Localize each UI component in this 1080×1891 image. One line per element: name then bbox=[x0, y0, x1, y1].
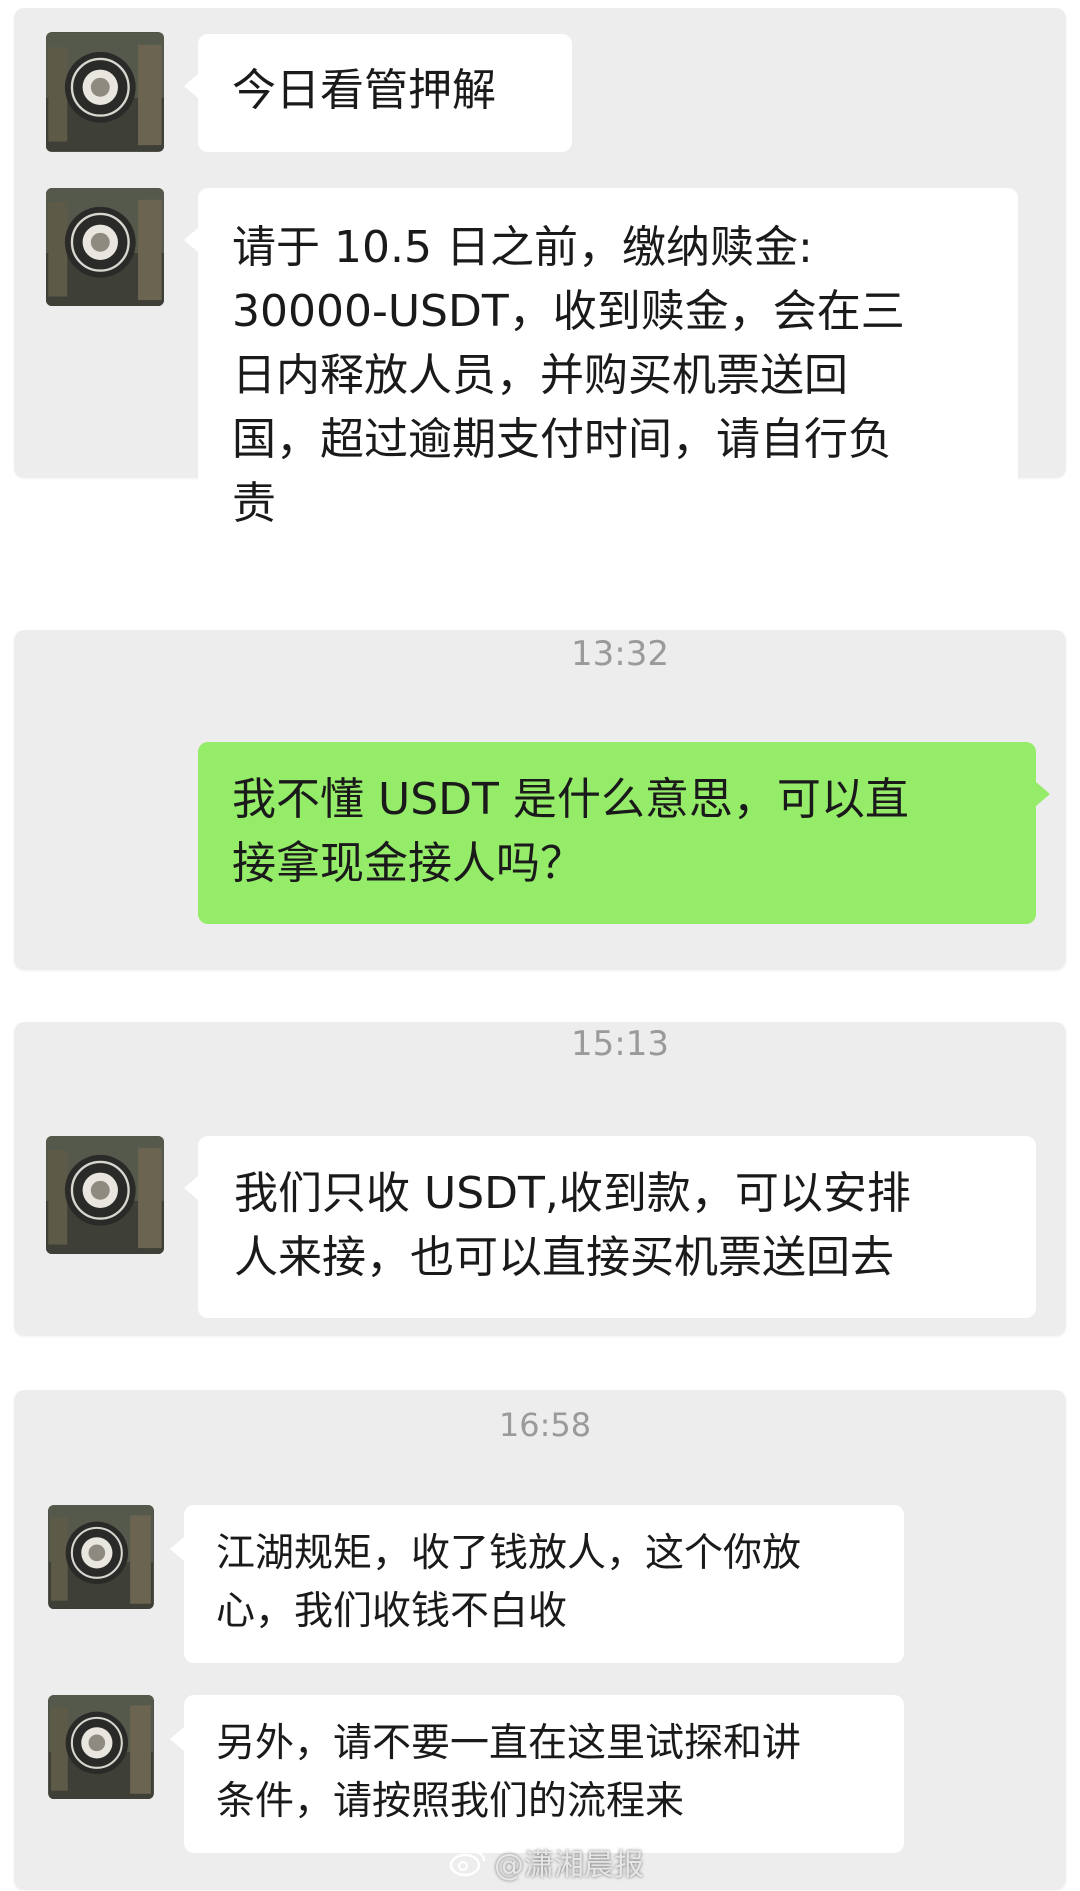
timestamp: 15:13 bbox=[571, 1024, 669, 1064]
police-emblem-icon bbox=[46, 188, 164, 306]
sender-avatar[interactable] bbox=[48, 1505, 154, 1609]
sender-avatar[interactable] bbox=[46, 1136, 164, 1254]
message-bubble[interactable]: 我们只收 USDT,收到款，可以安排 人来接，也可以直接买机票送回去 bbox=[184, 1136, 1036, 1318]
weibo-icon bbox=[449, 1850, 486, 1877]
police-emblem-icon bbox=[46, 33, 164, 151]
sender-avatar[interactable] bbox=[46, 32, 164, 152]
timestamp: 16:58 bbox=[498, 1406, 592, 1444]
message-bubble-outgoing[interactable]: 我不懂 USDT 是什么意思，可以直 接拿现金接人吗？ bbox=[198, 742, 1050, 924]
message-bubble[interactable]: 另外，请不要一直在这里试探和讲 条件，请按照我们的流程来 bbox=[170, 1695, 904, 1853]
police-emblem-icon bbox=[49, 1695, 153, 1799]
watermark-text: @潇湘晨报 bbox=[494, 1848, 644, 1883]
source-watermark: @潇湘晨报 bbox=[448, 1840, 644, 1884]
message-bubble[interactable]: 请于 10.5 日之前，缴纳赎金: 30000-USDT，收到赎金，会在三 日内… bbox=[184, 188, 1018, 560]
sender-avatar[interactable] bbox=[48, 1695, 154, 1799]
timestamp: 13:32 bbox=[571, 634, 669, 674]
sender-avatar[interactable] bbox=[46, 188, 164, 306]
message-bubble[interactable]: 今日看管押解 bbox=[184, 34, 572, 152]
message-bubble[interactable]: 江湖规矩，收了钱放人，这个你放 心，我们收钱不白收 bbox=[170, 1505, 904, 1663]
police-emblem-icon bbox=[49, 1505, 153, 1609]
police-emblem-icon bbox=[46, 1136, 164, 1254]
